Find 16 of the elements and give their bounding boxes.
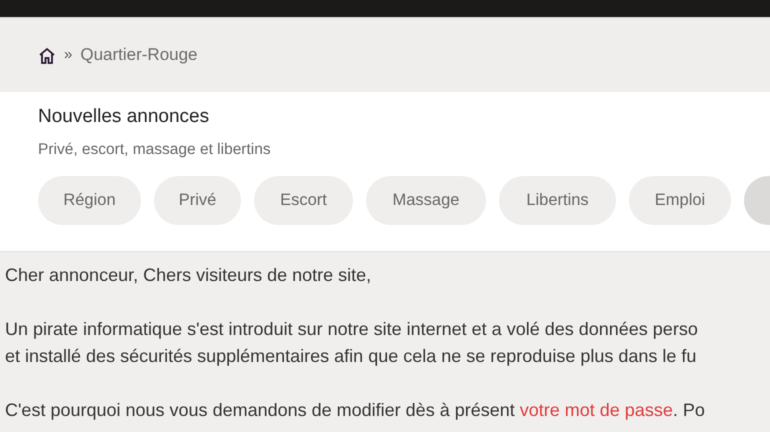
category-pill[interactable]: Massage [366, 176, 486, 225]
category-pill[interactable]: Escort [254, 176, 353, 225]
category-pill[interactable]: Région [38, 176, 141, 225]
breadcrumb-link[interactable]: Quartier-Rouge [80, 42, 198, 68]
message-line: et installé des sécurités supplémentaires afin que cela ne se reproduise plus dans le fu [5, 345, 698, 368]
section-title: Nouvelles annonces [38, 105, 210, 129]
message-paragraph: C'est pourquoi nous vous demandons de modifier dès à présent votre mot de passe. Po [5, 399, 706, 422]
message-line: Cher annonceur, Chers visiteurs de notre site, [5, 264, 372, 287]
home-icon[interactable] [38, 46, 56, 64]
message-line: Un pirate informatique s'est introduit sur notre site internet et a volé des données perso [5, 318, 699, 341]
category-pill[interactable]: Libertins [499, 176, 616, 225]
password-link[interactable]: votre mot de passe [520, 400, 673, 420]
breadcrumb-separator: » [64, 44, 72, 65]
category-pill[interactable]: Emploi [629, 176, 731, 225]
section-subtitle: Privé, escort, massage et libertins [38, 140, 272, 160]
category-pill[interactable]: Privé [154, 176, 241, 225]
